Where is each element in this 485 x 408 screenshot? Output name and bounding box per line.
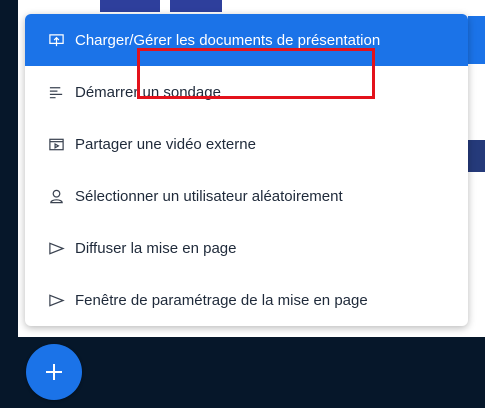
play-outline-icon <box>47 291 65 309</box>
play-outline-icon <box>47 239 65 257</box>
menu-item-random-user[interactable]: Sélectionner un utilisateur aléatoiremen… <box>25 170 468 222</box>
menu-item-label: Fenêtre de paramétrage de la mise en pag… <box>75 291 368 309</box>
menu-item-manage-presentations[interactable]: Charger/Gérer les documents de présentat… <box>25 14 468 66</box>
menu-item-label: Diffuser la mise en page <box>75 239 237 257</box>
video-tile <box>170 0 222 12</box>
menu-item-share-external-video[interactable]: Partager une vidéo externe <box>25 118 468 170</box>
menu-item-label: Partager une vidéo externe <box>75 135 256 153</box>
actions-dropdown-menu: Charger/Gérer les documents de présentat… <box>25 14 468 326</box>
external-video-icon <box>47 135 65 153</box>
menu-item-label: Démarrer un sondage <box>75 83 221 101</box>
video-tile <box>100 0 160 12</box>
menu-item-label: Sélectionner un utilisateur aléatoiremen… <box>75 187 343 205</box>
actions-fab-button[interactable] <box>26 344 82 400</box>
poll-icon <box>47 83 65 101</box>
presentation-upload-icon <box>47 31 65 49</box>
right-panel-edge <box>468 16 485 64</box>
user-icon <box>47 187 65 205</box>
menu-item-broadcast-layout[interactable]: Diffuser la mise en page <box>25 222 468 274</box>
menu-item-start-poll[interactable]: Démarrer un sondage <box>25 66 468 118</box>
right-panel-band <box>468 140 485 172</box>
plus-icon <box>42 360 66 384</box>
menu-item-label: Charger/Gérer les documents de présentat… <box>75 31 381 49</box>
menu-item-layout-settings[interactable]: Fenêtre de paramétrage de la mise en pag… <box>25 274 468 326</box>
